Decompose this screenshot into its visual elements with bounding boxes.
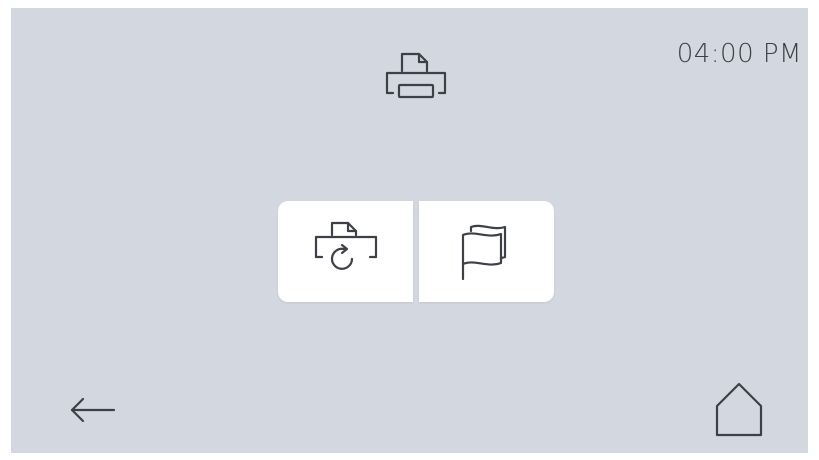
flag-icon [455, 221, 519, 283]
printer-status-icon [381, 48, 451, 106]
home-button[interactable] [711, 378, 767, 440]
screen: 04:00 PM [11, 8, 808, 453]
action-group [278, 201, 554, 302]
arrow-left-icon [68, 395, 118, 425]
back-button[interactable] [65, 390, 121, 430]
reprint-icon [308, 221, 384, 283]
reprint-button[interactable] [278, 201, 413, 302]
flag-button[interactable] [419, 201, 554, 302]
home-icon [714, 380, 764, 438]
clock: 04:00 PM [676, 39, 802, 69]
